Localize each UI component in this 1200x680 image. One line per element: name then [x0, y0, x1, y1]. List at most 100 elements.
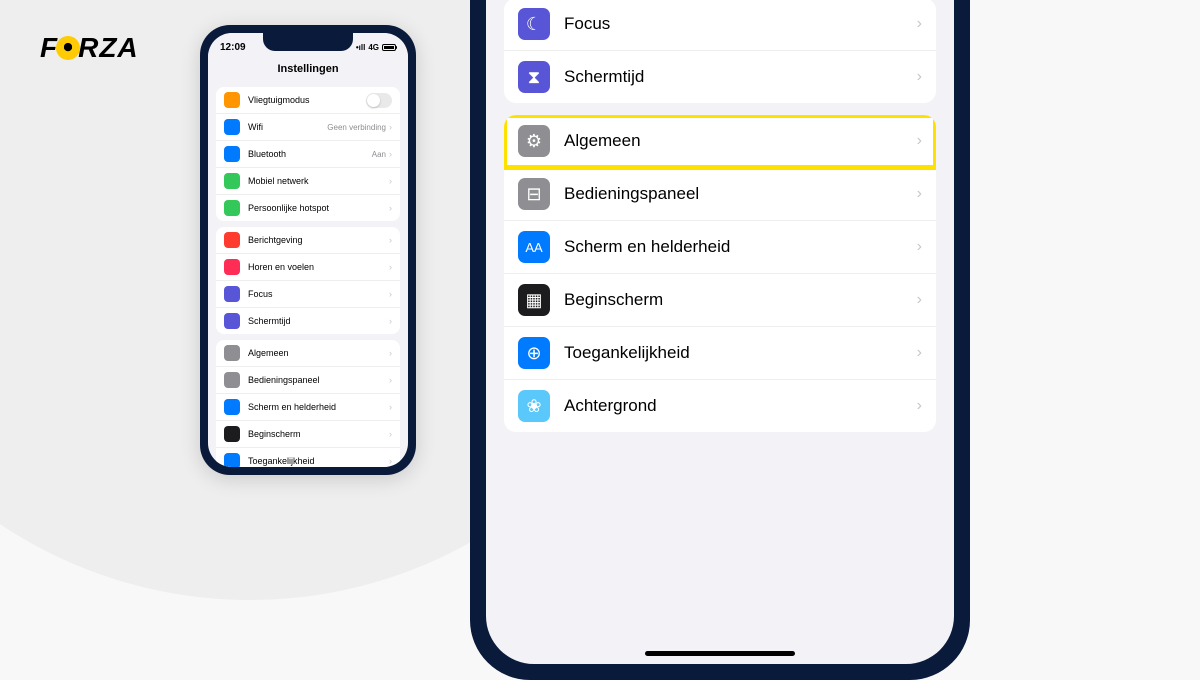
chevron-right-icon: ›	[389, 235, 392, 245]
homescreen-icon	[224, 426, 240, 442]
signal-icon: •ıll	[356, 43, 365, 52]
settings-row-sound[interactable]: Horen en voelen›	[216, 254, 400, 281]
accessibility-icon: ⊕	[518, 337, 550, 369]
home-indicator[interactable]	[645, 651, 795, 656]
settings-row-display[interactable]: AA Scherm en helderheid›	[504, 221, 936, 274]
row-label: Horen en voelen	[248, 262, 389, 272]
settings-row-accessibility[interactable]: Toegankelijkheid›	[216, 448, 400, 467]
row-label: Algemeen	[564, 131, 917, 151]
screentime-icon	[224, 313, 240, 329]
phone-mockup-small: 12:09 •ıll 4G Instellingen Vliegtuigmodu…	[200, 25, 416, 475]
wifi-icon	[224, 119, 240, 135]
accessibility-icon	[224, 453, 240, 467]
row-label: Beginscherm	[564, 290, 917, 310]
chevron-right-icon: ›	[389, 375, 392, 385]
settings-row-cellular[interactable]: Mobiel netwerk›	[216, 168, 400, 195]
settings-row-general[interactable]: ⚙ Algemeen›	[504, 115, 936, 168]
settings-row-homescreen[interactable]: ▦ Beginscherm›	[504, 274, 936, 327]
settings-row-homescreen[interactable]: Beginscherm›	[216, 421, 400, 448]
row-label: Toegankelijkheid	[248, 456, 389, 466]
settings-group-main: ⚙Algemeen›⊟Bedieningspaneel›AAScherm en …	[504, 115, 936, 432]
notification-icon	[224, 232, 240, 248]
settings-row-airplane[interactable]: Vliegtuigmodus	[216, 87, 400, 114]
page-title: Instellingen	[208, 61, 408, 81]
wallpaper-icon: ❀	[518, 390, 550, 422]
chevron-right-icon: ›	[389, 203, 392, 213]
bluetooth-icon	[224, 146, 240, 162]
settings-row-accessibility[interactable]: ⊕ Toegankelijkheid›	[504, 327, 936, 380]
focus-icon: ☾	[518, 8, 550, 40]
settings-row-notification[interactable]: Berichtgeving›	[216, 227, 400, 254]
general-icon: ⚙	[518, 125, 550, 157]
row-label: Vliegtuigmodus	[248, 95, 366, 105]
chevron-right-icon: ›	[917, 132, 922, 150]
chevron-right-icon: ›	[389, 402, 392, 412]
settings-row-controlcenter[interactable]: ⊟ Bedieningspaneel›	[504, 168, 936, 221]
phone-mockup-large: ☾Focus›⧗Schermtijd› ⚙Algemeen›⊟Bediening…	[470, 0, 970, 680]
cellular-icon	[224, 173, 240, 189]
chevron-right-icon: ›	[917, 15, 922, 33]
row-label: Bedieningspaneel	[564, 184, 917, 204]
sound-icon	[224, 259, 240, 275]
forza-logo: F RZA	[40, 32, 139, 64]
row-label: Toegankelijkheid	[564, 343, 917, 363]
settings-group-connectivity: VliegtuigmodusWifiGeen verbinding›Blueto…	[216, 87, 400, 221]
chevron-right-icon: ›	[389, 289, 392, 299]
display-icon: AA	[518, 231, 550, 263]
row-label: Algemeen	[248, 348, 389, 358]
display-icon	[224, 399, 240, 415]
row-label: Mobiel netwerk	[248, 176, 389, 186]
row-value: Geen verbinding	[327, 123, 386, 132]
row-label: Beginscherm	[248, 429, 389, 439]
settings-row-bluetooth[interactable]: BluetoothAan›	[216, 141, 400, 168]
row-label: Schermtijd	[564, 67, 917, 87]
row-label: Scherm en helderheid	[564, 237, 917, 257]
row-label: Schermtijd	[248, 316, 389, 326]
settings-row-focus[interactable]: Focus›	[216, 281, 400, 308]
chevron-right-icon: ›	[389, 262, 392, 272]
row-label: Scherm en helderheid	[248, 402, 389, 412]
logo-lion-icon	[56, 36, 80, 60]
controlcenter-icon	[224, 372, 240, 388]
settings-row-screentime[interactable]: ⧗ Schermtijd›	[504, 51, 936, 103]
row-label: Bluetooth	[248, 149, 372, 159]
settings-row-display[interactable]: Scherm en helderheid›	[216, 394, 400, 421]
focus-icon	[224, 286, 240, 302]
airplane-toggle[interactable]	[366, 93, 392, 108]
general-icon	[224, 345, 240, 361]
chevron-right-icon: ›	[389, 176, 392, 186]
settings-row-screentime[interactable]: Schermtijd›	[216, 308, 400, 334]
chevron-right-icon: ›	[389, 149, 392, 159]
chevron-right-icon: ›	[917, 397, 922, 415]
status-time: 12:09	[220, 42, 246, 53]
row-label: Focus	[248, 289, 389, 299]
row-value: Aan	[372, 150, 386, 159]
settings-group-focus: ☾Focus›⧗Schermtijd›	[504, 0, 936, 103]
hotspot-icon	[224, 200, 240, 216]
phone-notch	[263, 33, 353, 51]
settings-row-controlcenter[interactable]: Bedieningspaneel›	[216, 367, 400, 394]
chevron-right-icon: ›	[389, 456, 392, 466]
homescreen-icon: ▦	[518, 284, 550, 316]
row-label: Wifi	[248, 122, 327, 132]
airplane-icon	[224, 92, 240, 108]
chevron-right-icon: ›	[917, 291, 922, 309]
chevron-right-icon: ›	[917, 185, 922, 203]
settings-row-wifi[interactable]: WifiGeen verbinding›	[216, 114, 400, 141]
row-label: Achtergrond	[564, 396, 917, 416]
settings-row-wallpaper[interactable]: ❀ Achtergrond›	[504, 380, 936, 432]
chevron-right-icon: ›	[917, 344, 922, 362]
row-label: Bedieningspaneel	[248, 375, 389, 385]
settings-row-focus[interactable]: ☾ Focus›	[504, 0, 936, 51]
row-label: Focus	[564, 14, 917, 34]
chevron-right-icon: ›	[389, 348, 392, 358]
battery-icon	[382, 44, 396, 51]
chevron-right-icon: ›	[917, 238, 922, 256]
settings-row-hotspot[interactable]: Persoonlijke hotspot›	[216, 195, 400, 221]
chevron-right-icon: ›	[389, 122, 392, 132]
chevron-right-icon: ›	[917, 68, 922, 86]
settings-row-general[interactable]: Algemeen›	[216, 340, 400, 367]
screentime-icon: ⧗	[518, 61, 550, 93]
controlcenter-icon: ⊟	[518, 178, 550, 210]
row-label: Berichtgeving	[248, 235, 389, 245]
